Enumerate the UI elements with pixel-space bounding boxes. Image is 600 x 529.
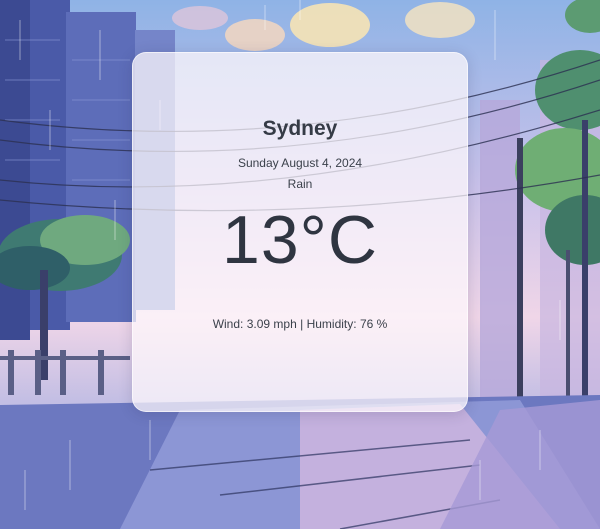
temperature-value: 13°C xyxy=(222,202,378,278)
details-separator: | xyxy=(300,317,304,331)
city-name: Sydney xyxy=(262,117,338,140)
weather-condition: Rain xyxy=(287,177,313,191)
humidity-value: 76 % xyxy=(359,317,388,331)
current-date: Sunday August 4, 2024 xyxy=(237,156,363,170)
weather-card: Sydney Sunday August 4, 2024 Rain 13°C W… xyxy=(132,52,468,412)
wind-label: Wind: xyxy=(212,317,244,331)
wind-value: 3.09 mph xyxy=(246,317,297,331)
weather-details: Wind: 3.09 mph | Humidity: 76 % xyxy=(133,317,467,331)
humidity-label: Humidity: xyxy=(306,317,357,331)
app-background: Sydney Sunday August 4, 2024 Rain 13°C W… xyxy=(0,0,600,529)
